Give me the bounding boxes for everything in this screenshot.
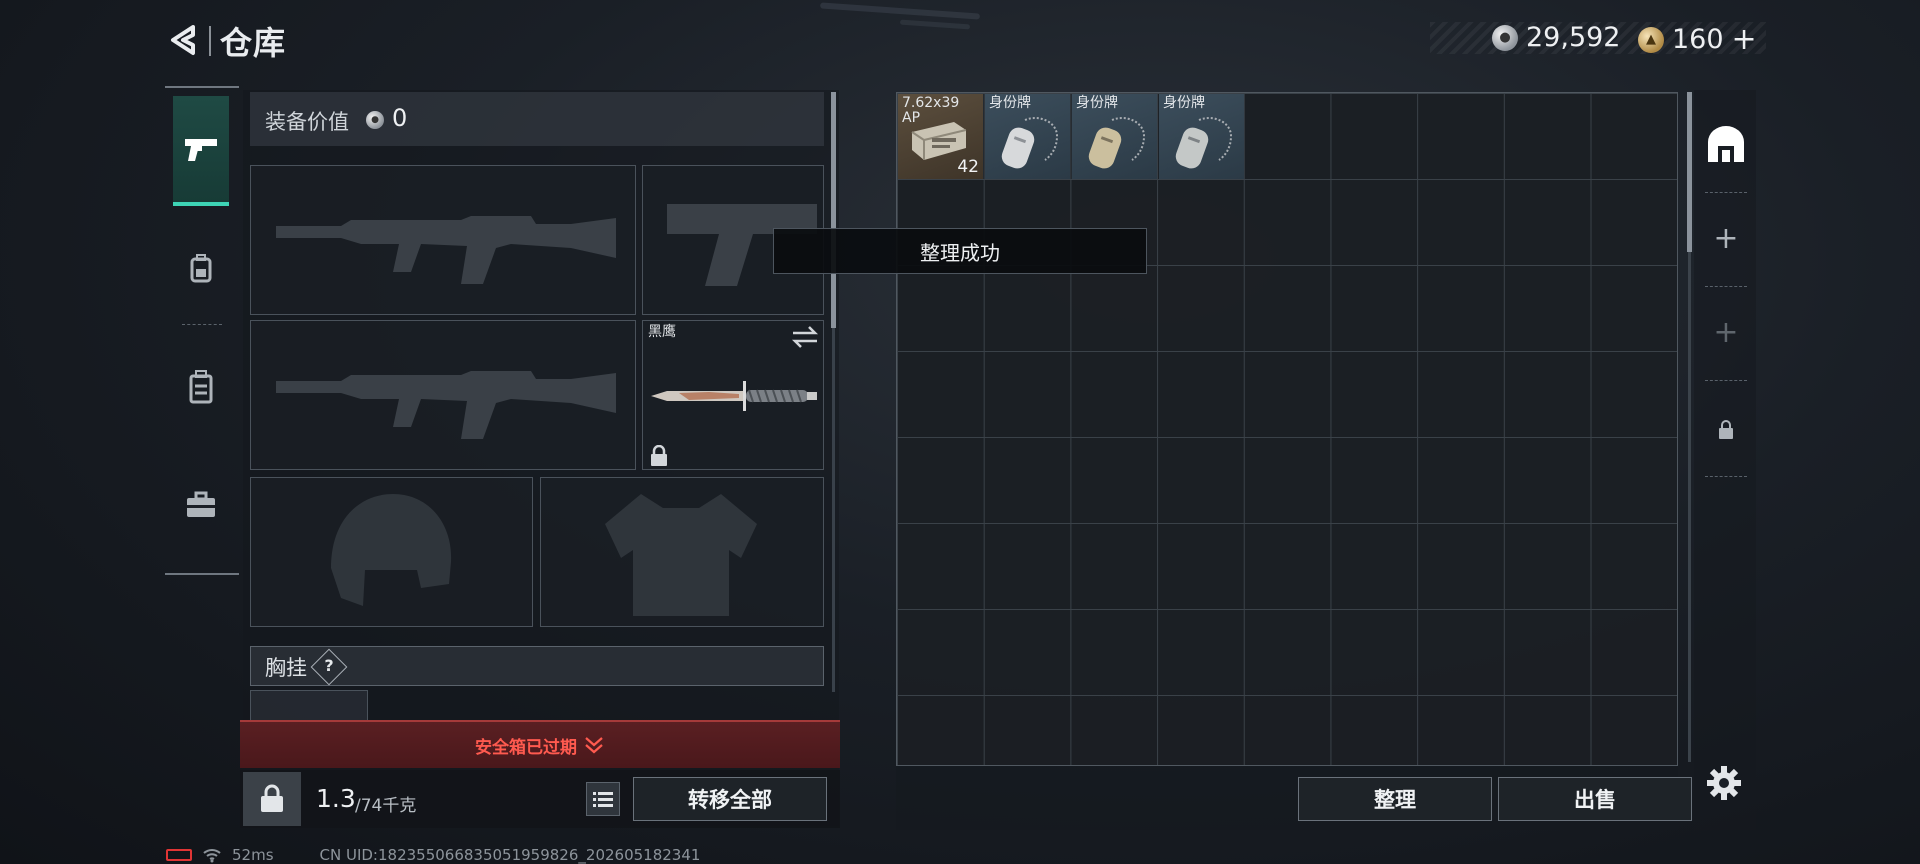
storage-grid-border <box>896 92 1678 766</box>
sort-success-toast: 整理成功 <box>773 228 1147 274</box>
gold-amount: 160 <box>1672 24 1724 55</box>
secondary-weapon-slot[interactable] <box>250 320 636 470</box>
dog-tag-item[interactable]: 身份牌 <box>1159 94 1244 179</box>
melee-item-label: 黑鹰 <box>648 324 676 340</box>
wifi-icon <box>203 849 221 863</box>
dog-tag-icon <box>1088 117 1146 169</box>
sort-button[interactable]: 整理 <box>1298 777 1492 821</box>
status-bar: 52ms CN UID:1823550668350519598​26_20260… <box>166 846 700 864</box>
briefcase-icon <box>187 491 215 517</box>
rail-divider <box>1705 476 1747 477</box>
item-label: 身份牌 <box>989 95 1031 111</box>
item-label: 7.62x39 AP <box>902 95 960 126</box>
gear-icon <box>1707 766 1741 800</box>
silver-coin-icon: ● <box>1492 24 1518 51</box>
tab-divider <box>182 324 222 325</box>
lock-icon <box>1719 420 1733 439</box>
backpack-icon <box>190 254 212 283</box>
melee-slot[interactable]: 黑鹰 <box>642 320 824 470</box>
add-container-tab[interactable]: + <box>1697 286 1755 378</box>
case-tab[interactable] <box>173 450 229 560</box>
primary-weapon-slot[interactable] <box>250 165 636 315</box>
dog-tag-icon <box>1001 117 1059 169</box>
uid-text: CN UID:1823550668350519598​26_2026051823… <box>319 846 701 864</box>
rig-icon <box>189 370 213 404</box>
weight-max: /74千克 <box>355 796 417 816</box>
ping-value: 52ms <box>232 846 274 864</box>
dog-tag-item[interactable]: 身份牌 <box>985 94 1070 179</box>
weight-current: 1.3 <box>316 784 356 813</box>
add-container-tab[interactable]: + <box>1697 192 1755 284</box>
settings-button[interactable] <box>1703 762 1745 804</box>
dog-tag-icon <box>1175 117 1233 169</box>
gold-coin-icon: ▲ <box>1638 26 1664 53</box>
helmet-silhouette-icon <box>331 494 452 606</box>
add-currency-button[interactable]: + <box>1732 22 1757 57</box>
silver-coin-icon: ● <box>366 111 384 129</box>
equipment-scroll-thumb[interactable] <box>831 92 836 328</box>
lock-icon <box>651 445 667 466</box>
ammo-item[interactable]: 7.62x39 AP 42 <box>898 94 983 179</box>
equipment-value-label: 装备价值 <box>265 110 349 134</box>
item-label: 身份牌 <box>1163 95 1205 111</box>
equipment-value: 0 <box>392 104 408 132</box>
dog-tag-item[interactable]: 身份牌 <box>1072 94 1157 179</box>
back-arrow-icon <box>171 25 195 55</box>
rifle-silhouette-icon <box>276 371 616 439</box>
back-button[interactable] <box>164 20 204 60</box>
safe-box-expired-alert[interactable]: 安全箱已过期 <box>240 720 840 768</box>
page-title: 仓库 <box>220 24 287 62</box>
sell-button[interactable]: 出售 <box>1498 777 1692 821</box>
helmet-slot[interactable] <box>250 477 533 627</box>
storage-icon <box>1708 126 1744 162</box>
silver-currency: ● 29,592 <box>1492 22 1620 53</box>
locked-container-tab[interactable] <box>1697 384 1755 476</box>
swap-icon[interactable] <box>791 325 819 349</box>
chest-rig-slot[interactable] <box>250 690 368 720</box>
gold-currency: ▲ 160 + <box>1638 22 1757 57</box>
weight-lock-button[interactable] <box>243 772 301 826</box>
list-icon <box>593 792 613 807</box>
silver-amount: 29,592 <box>1526 22 1621 53</box>
chevron-down-icon <box>585 737 603 754</box>
item-quantity: 42 <box>957 157 979 177</box>
chest-rig-label: 胸挂 <box>265 656 307 680</box>
gear-tab[interactable] <box>173 214 229 324</box>
item-label: 身份牌 <box>1076 95 1118 111</box>
battery-icon <box>166 849 192 861</box>
alert-text: 安全箱已过期 <box>475 737 577 758</box>
rifle-silhouette-icon <box>276 216 616 284</box>
pistol-icon <box>185 139 217 161</box>
armor-slot[interactable] <box>540 477 824 627</box>
transfer-all-button[interactable]: 转移全部 <box>633 777 827 821</box>
help-icon[interactable]: ? <box>316 653 342 679</box>
title-separator <box>209 26 211 56</box>
background-streak <box>899 19 971 30</box>
weapon-tab[interactable] <box>173 96 229 206</box>
armor-silhouette-icon <box>605 494 757 616</box>
background-streak <box>819 2 981 20</box>
storage-tab[interactable] <box>1697 98 1755 190</box>
knife-icon <box>651 381 817 411</box>
vest-tab[interactable] <box>173 332 229 442</box>
weight-lock-icon <box>261 784 283 812</box>
rail-divider <box>1705 380 1747 381</box>
list-view-button[interactable] <box>586 782 620 816</box>
storage-scroll-thumb[interactable] <box>1687 92 1692 252</box>
